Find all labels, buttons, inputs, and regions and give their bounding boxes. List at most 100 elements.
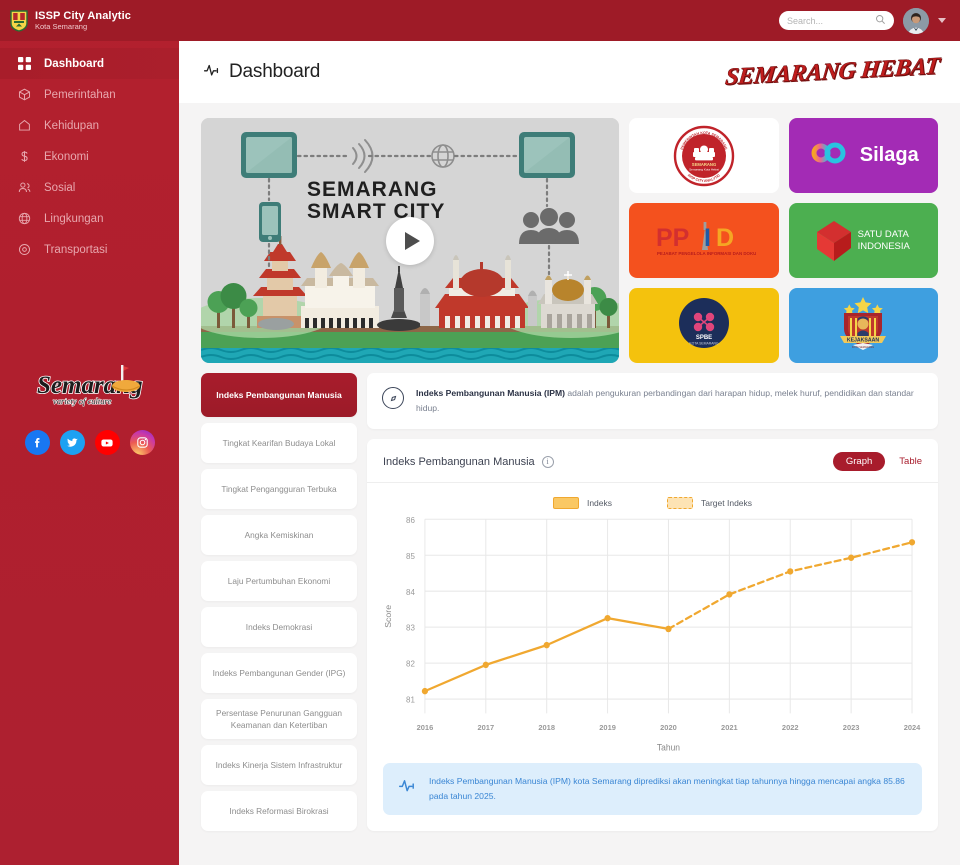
semarang-hebat-logo: SEMARANG HEBAT — [723, 52, 941, 91]
svg-text:2016: 2016 — [417, 723, 434, 732]
legend-label: Indeks — [586, 498, 612, 509]
brand-subtitle: Kota Semarang — [35, 21, 88, 31]
search-icon[interactable] — [875, 12, 886, 30]
toggle-table-button[interactable]: Table — [899, 456, 922, 467]
hero-row: SEMARANG SMART CITY SEMARANG Semarang Ko… — [201, 118, 938, 363]
tile-satu-data-indonesia[interactable]: SATU DATA INDONESIA — [788, 203, 938, 278]
sidebar-item-lingkungan[interactable]: Lingkungan — [0, 203, 179, 234]
sidebar-item-label: Transportasi — [44, 243, 108, 256]
sidebar-nav: Dashboard Pemerintahan Kehidupan Ekonomi — [0, 41, 179, 265]
search-box[interactable] — [779, 11, 894, 30]
sidebar-item-kehidupan[interactable]: Kehidupan — [0, 110, 179, 141]
sidebar-item-label: Lingkungan — [44, 212, 104, 225]
sidebar: ISSP City Analytic Kota Semarang Dashboa… — [0, 0, 179, 865]
pulse-icon — [203, 61, 221, 84]
semarang-wordmark-logo: Semarang variety of culture — [31, 360, 149, 418]
index-item-gender[interactable]: Indeks Pembangunan Gender (IPG) — [201, 653, 357, 693]
tile-silaga[interactable]: Silaga — [788, 118, 938, 193]
main-area: Dashboard SEMARANG HEBAT — [0, 0, 960, 865]
svg-text:SEMARANG: SEMARANG — [692, 162, 716, 167]
chart-title: Indeks Pembangunan Manusia — [383, 455, 535, 468]
chart-plot[interactable]: 81 82 83 84 85 86 2016 2017 2018 2019 2020 2021 2022… — [367, 511, 938, 763]
sidebar-item-dashboard[interactable]: Dashboard — [0, 48, 179, 79]
brand[interactable]: ISSP City Analytic Kota Semarang — [0, 0, 179, 41]
svg-text:Semarang Kota Hebat: Semarang Kota Hebat — [689, 167, 719, 171]
app-root: ISSP City Analytic Kota Semarang Dashboa… — [0, 0, 960, 865]
home-icon — [17, 119, 31, 133]
index-item-keamanan[interactable]: Persentase Penurunan Gangguan Keamanan d… — [201, 699, 357, 739]
sidebar-item-ekonomi[interactable]: Ekonomi — [0, 141, 179, 172]
tile-spbe[interactable]: SPBE KOTA SEMARANG — [629, 288, 779, 363]
svg-text:2021: 2021 — [721, 723, 738, 732]
svg-text:2024: 2024 — [904, 723, 921, 732]
prediction-note: Indeks Pembangunan Manusia (IPM) kota Se… — [383, 762, 922, 815]
svg-text:SPBE: SPBE — [696, 335, 712, 341]
index-item-pertumbuhan-ekonomi[interactable]: Laju Pertumbuhan Ekonomi — [201, 561, 357, 601]
youtube-icon[interactable] — [94, 430, 120, 455]
svg-text:81: 81 — [406, 696, 415, 705]
index-item-kearifan-budaya[interactable]: Tingkat Kearifan Budaya Lokal — [201, 423, 357, 463]
svg-text:83: 83 — [406, 624, 415, 633]
svg-text:2019: 2019 — [599, 723, 616, 732]
quick-link-tiles: SEMARANG Semarang Kota Hebat PEMERINTAH … — [629, 118, 938, 363]
dollar-icon — [17, 150, 31, 164]
chart-legend: Indeks Target Indeks — [367, 483, 938, 511]
legend-swatch-solid — [552, 497, 579, 510]
prediction-note-text: Indeks Pembangunan Manusia (IPM) kota Se… — [429, 775, 905, 801]
tile-kejaksaan[interactable]: KEJAKSAAN KOTA SEMARANG — [788, 288, 938, 363]
lower-row: Indeks Pembangunan Manusia Tingkat Keari… — [201, 373, 938, 831]
legend-swatch-dashed — [667, 497, 693, 510]
sidebar-item-transportasi[interactable]: Transportasi — [0, 234, 179, 265]
svg-text:D: D — [716, 224, 734, 252]
sidebar-item-label: Dashboard — [44, 57, 105, 70]
right-column: Indeks Pembangunan Manusia (IPM) adalah … — [367, 373, 938, 831]
description-card: Indeks Pembangunan Manusia (IPM) adalah … — [367, 373, 938, 430]
facebook-icon[interactable] — [24, 430, 50, 455]
svg-text:85: 85 — [406, 552, 415, 561]
ppid-logo: PP I D PEJABAT PENGELOLA INFORMASI DAN D… — [652, 216, 775, 265]
silaga-label: Silaga — [859, 144, 919, 166]
pulse-icon — [397, 776, 417, 796]
index-item-kemiskinan[interactable]: Angka Kemiskinan — [201, 515, 357, 555]
page-title: Dashboard — [229, 61, 321, 82]
index-item-reformasi-birokrasi[interactable]: Indeks Reformasi Birokrasi — [201, 791, 357, 831]
svg-text:2020: 2020 — [660, 723, 677, 732]
svg-text:82: 82 — [406, 660, 415, 669]
toggle-graph-button[interactable]: Graph — [832, 452, 886, 472]
play-icon[interactable] — [386, 216, 434, 265]
box-icon — [17, 88, 31, 102]
location-icon — [17, 243, 31, 257]
search-input[interactable] — [787, 15, 871, 26]
index-item-pengangguran[interactable]: Tingkat Pengangguran Terbuka — [201, 469, 357, 509]
legend-item-indeks: Indeks — [552, 497, 612, 510]
svg-text:KEJAKSAAN: KEJAKSAAN — [847, 338, 880, 344]
index-item-demokrasi[interactable]: Indeks Demokrasi — [201, 607, 357, 647]
instagram-icon[interactable] — [129, 430, 155, 455]
description-text: Indeks Pembangunan Manusia (IPM) adalah … — [416, 386, 923, 416]
social-links — [0, 430, 179, 455]
tile-ppid[interactable]: PP I D PEJABAT PENGELOLA INFORMASI DAN D… — [629, 203, 779, 278]
chevron-down-icon[interactable] — [938, 18, 946, 23]
index-item-infrastruktur[interactable]: Indeks Kinerja Sistem Infrastruktur — [201, 745, 357, 785]
sidebar-item-sosial[interactable]: Sosial — [0, 172, 179, 203]
silaga-infinity-icon — [808, 140, 852, 171]
smart-city-video-banner[interactable]: SEMARANG SMART CITY — [201, 118, 619, 363]
index-item-ipm[interactable]: Indeks Pembangunan Manusia — [201, 373, 357, 417]
users-icon — [17, 181, 31, 195]
twitter-icon[interactable] — [59, 430, 85, 455]
semarang-crest-icon — [10, 9, 28, 32]
user-avatar[interactable] — [903, 7, 929, 34]
sidebar-item-label: Sosial — [44, 181, 76, 194]
banner-line1: SEMARANG — [307, 178, 438, 201]
chart-header: Indeks Pembangunan Manusia i Graph Table — [367, 439, 938, 484]
svg-text:PEJABAT PENGELOLA INFORMASI DA: PEJABAT PENGELOLA INFORMASI DAN DOKUMENT… — [657, 251, 756, 256]
svg-text:I: I — [704, 224, 711, 252]
tile-semarang-satu-data[interactable]: SEMARANG Semarang Kota Hebat PEMERINTAH … — [629, 118, 779, 193]
description-bold: Indeks Pembangunan Manusia (IPM) — [416, 388, 565, 398]
info-icon[interactable]: i — [541, 455, 554, 468]
svg-text:2018: 2018 — [538, 723, 555, 732]
svg-text:86: 86 — [406, 516, 415, 525]
svg-text:KOTA SEMARANG: KOTA SEMARANG — [689, 342, 719, 346]
spbe-logo: SPBE KOTA SEMARANG — [678, 297, 730, 354]
sidebar-item-pemerintahan[interactable]: Pemerintahan — [0, 79, 179, 110]
